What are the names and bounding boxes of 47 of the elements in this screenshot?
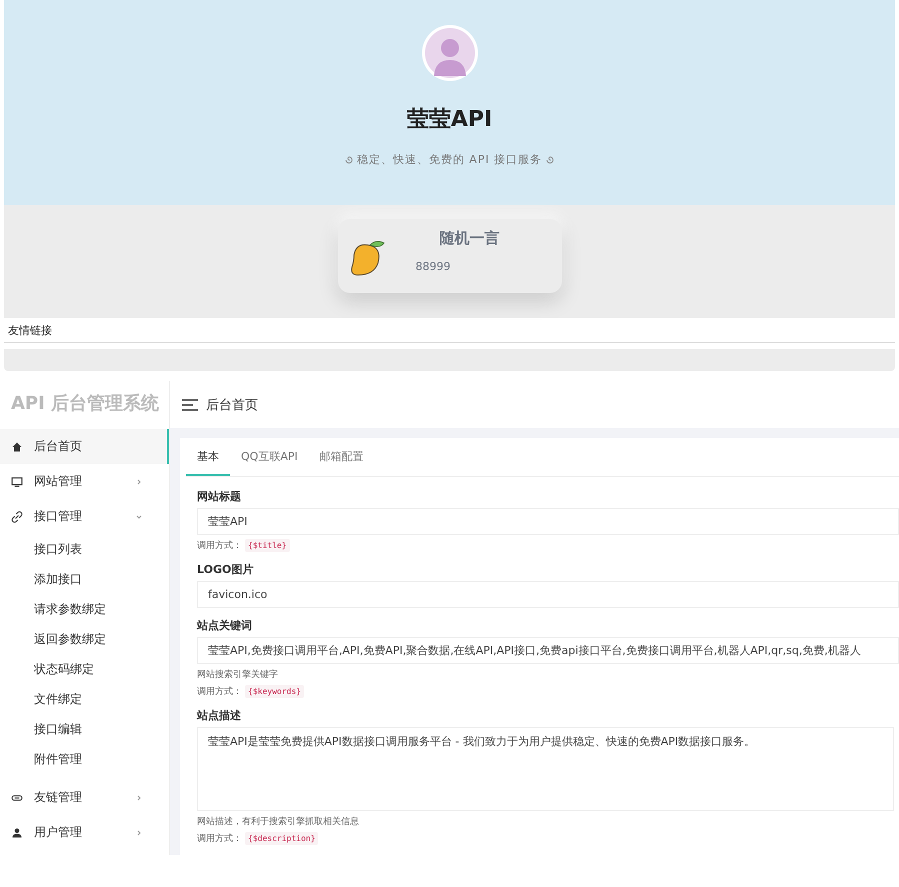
submenu-item[interactable]: 接口列表 [0, 534, 169, 564]
usage-label: 调用方式： [197, 540, 242, 552]
card-title: 随机一言 [440, 229, 500, 248]
menu-item[interactable]: 接口管理 [0, 499, 169, 534]
field-label: 站点关键词 [197, 618, 253, 633]
input-field[interactable]: 莹莹API,免费接口调用平台,API,免费API,聚合数据,在线API,API接口,免费api接口平台,免费接口调用平台,机器人API,qr,sq,免费,机器人 [197, 637, 899, 664]
submenu-item[interactable]: 接口编辑 [0, 714, 169, 744]
submenu-item[interactable]: 请求参数绑定 [0, 594, 169, 624]
link-icon [11, 510, 23, 522]
input-field[interactable]: favicon.ico [197, 581, 899, 608]
menu-item[interactable]: 后台首页 [0, 429, 169, 464]
field-label: 站点描述 [197, 708, 242, 723]
tab[interactable]: 基本 [186, 438, 230, 476]
site-title: 莹莹API [406, 106, 492, 134]
brand-title: API 后台管理系统 [10, 392, 160, 416]
page-title: 后台首页 [206, 396, 258, 414]
tab[interactable]: QQ互联API [230, 438, 309, 476]
code-tag: {$title} [245, 539, 290, 552]
code-tag: {$description} [245, 832, 318, 845]
user-icon [11, 826, 23, 838]
submenu-item[interactable]: 附件管理 [0, 744, 169, 774]
code-tag: {$keywords} [245, 685, 304, 698]
links-label: 友情链接 [8, 322, 52, 338]
swirl-icon [344, 156, 353, 164]
input-field[interactable]: 莹莹API [197, 508, 899, 535]
menu-item[interactable]: 友链管理 [0, 780, 169, 815]
site-subtitle: 稳定、快速、免费的 API 接口服务 [356, 152, 542, 167]
submenu-item[interactable]: 返回参数绑定 [0, 624, 169, 654]
field-label: 网站标题 [197, 489, 242, 504]
quote-text: 88999 [416, 260, 452, 273]
help-text: 网站搜索引擎关键字 [197, 668, 279, 681]
help-text: 网站描述，有利于搜索引擎抓取相关信息 [197, 816, 360, 828]
avatar [420, 24, 478, 82]
text-area[interactable]: 莹莹API是莹莹免费提供API数据接口调用服务平台 - 我们致力于为用户提供稳定、快速的免费API数据接口服务。 [197, 727, 894, 811]
menu-item[interactable]: 用户管理 [0, 815, 169, 850]
usage-label: 调用方式： [197, 686, 242, 698]
swirl-icon [546, 156, 554, 164]
tab[interactable]: 邮箱配置 [308, 438, 375, 476]
submenu-item[interactable]: 状态码绑定 [0, 654, 169, 684]
menu-icon[interactable] [182, 398, 198, 410]
home-icon [11, 440, 23, 452]
monitor-icon [11, 476, 23, 488]
submenu-item[interactable]: 文件绑定 [0, 684, 169, 714]
usage-label: 调用方式： [197, 832, 242, 845]
field-label: LOGO图片 [197, 562, 254, 577]
menu-item[interactable]: 网站管理 [0, 464, 169, 499]
submenu-item[interactable]: 添加接口 [0, 564, 169, 594]
